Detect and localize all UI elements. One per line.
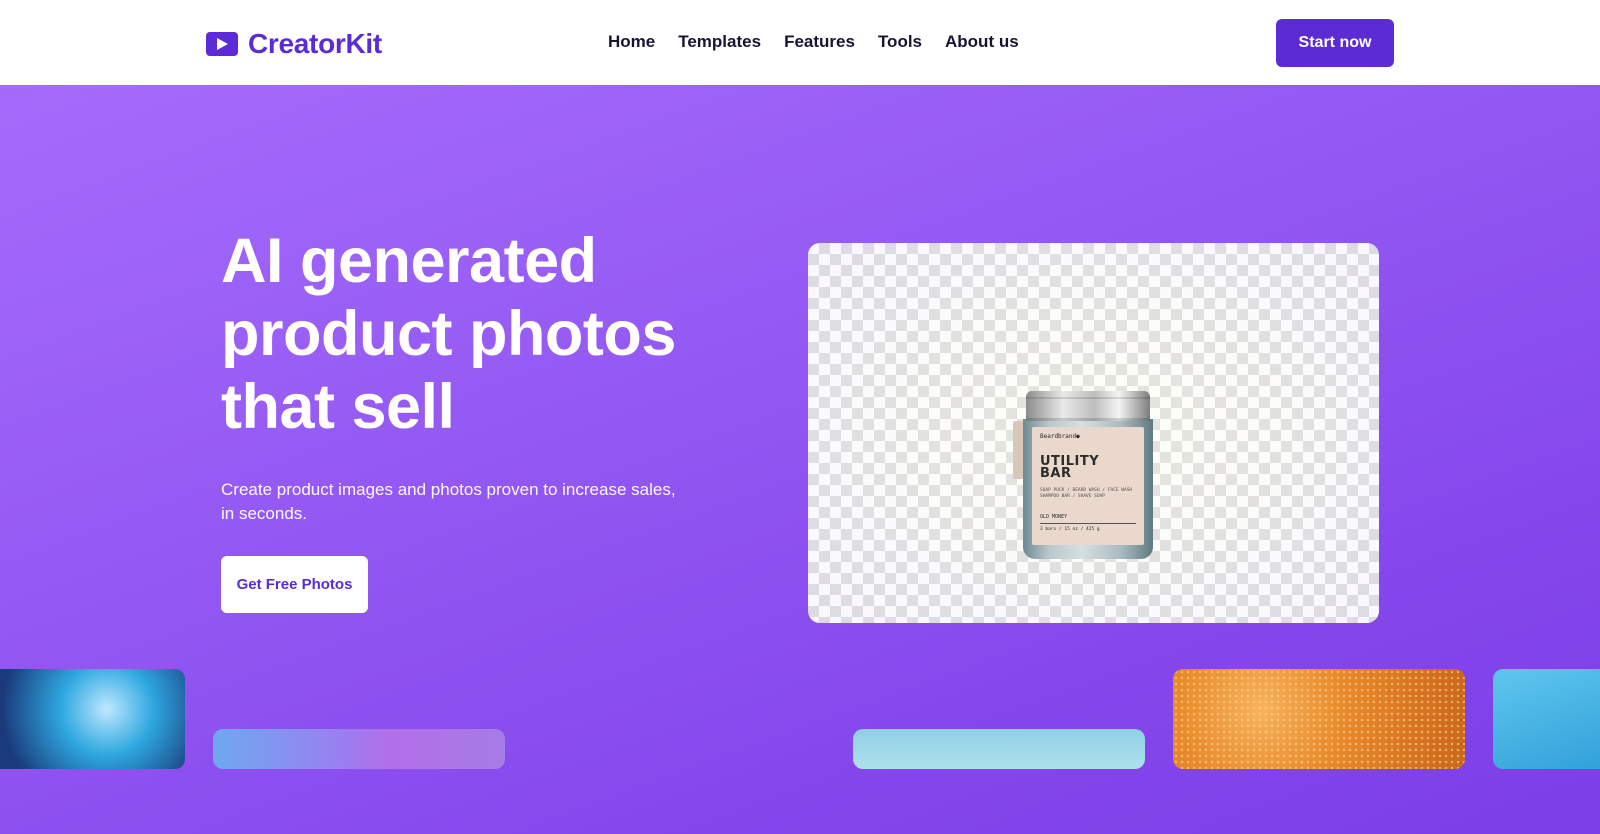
hero-headline: AI generated product photos that sell [221, 225, 741, 444]
hero-subtext: Create product images and photos proven … [221, 480, 676, 523]
headline-line: AI generated [221, 226, 597, 296]
headline-line: that sell [221, 372, 455, 442]
jar-lid [1026, 391, 1150, 421]
nav-templates[interactable]: Templates [678, 32, 761, 52]
product-preview: Beardbrand● UTILITY BAR SOAP PUCK / BEAR… [808, 243, 1379, 623]
site-header: CreatorKit Home Templates Features Tools… [0, 0, 1600, 85]
jar-weight: 3 bars / 15 oz / 425 g [1040, 527, 1100, 532]
nav-features[interactable]: Features [784, 32, 855, 52]
nav-home[interactable]: Home [608, 32, 655, 52]
nav-tools[interactable]: Tools [878, 32, 922, 52]
gallery-thumb-orange-confetti [1173, 669, 1465, 769]
jar-label: Beardbrand● UTILITY BAR SOAP PUCK / BEAR… [1032, 427, 1144, 545]
brand-logo[interactable]: CreatorKit [206, 28, 382, 60]
jar-scent: OLD MONEY [1040, 514, 1136, 524]
start-now-button[interactable]: Start now [1276, 19, 1394, 67]
gallery-thumb-blue-smoke [0, 669, 185, 769]
jar-desc-line: SHAMPOO BAR / SHAVE SOAP [1040, 494, 1106, 499]
gallery-thumb-gradient [213, 729, 505, 769]
product-jar-image: Beardbrand● UTILITY BAR SOAP PUCK / BEAR… [1013, 391, 1158, 561]
gallery-thumb-blue-splash [1493, 669, 1600, 769]
headline-line: product photos [221, 299, 676, 369]
play-icon [206, 32, 238, 56]
get-free-photos-button[interactable]: Get Free Photos [221, 556, 368, 613]
brand-name: CreatorKit [248, 28, 382, 59]
jar-brand: Beardbrand● [1040, 433, 1080, 440]
main-nav: Home Templates Features Tools About us [608, 32, 1019, 52]
jar-title-line: BAR [1040, 466, 1072, 481]
jar-side-tag [1013, 421, 1023, 479]
nav-about[interactable]: About us [945, 32, 1019, 52]
gallery-thumb-sky [853, 729, 1145, 769]
